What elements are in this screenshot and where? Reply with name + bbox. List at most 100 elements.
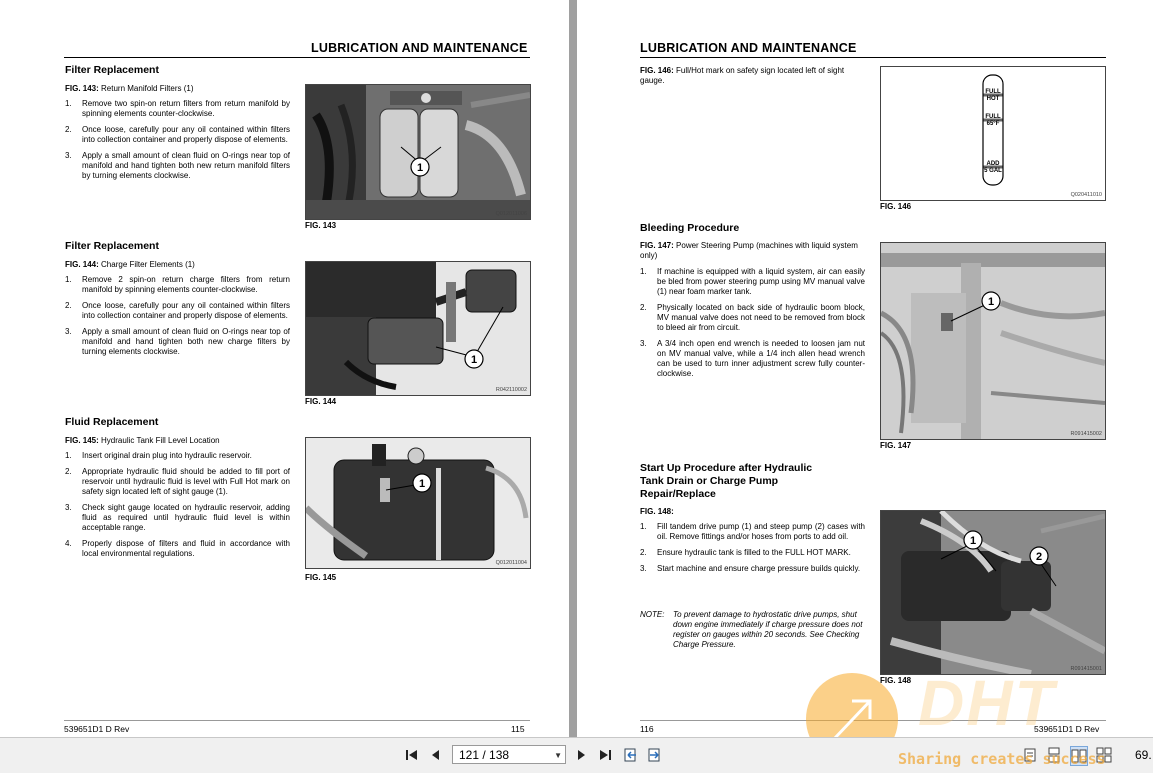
list-item: 2. Ensure hydraulic tank is filled to the…	[640, 548, 851, 557]
watermark-tagline: Sharing creates success	[898, 750, 1106, 768]
section-title-line: Start Up Procedure after Hydraulic	[640, 462, 813, 474]
figure-caption-text: Charge Filter Elements (1)	[101, 260, 195, 269]
list-item: 3. Start machine and ensure charge pressu…	[640, 564, 861, 573]
figure-caption-number: FIG. 146:	[640, 66, 674, 75]
return-filters-illustration: 1	[306, 85, 530, 219]
step-text: Apply a small amount of clean fluid on O…	[82, 151, 290, 180]
list-item: 4. Properly dispose of filters and fluid …	[65, 539, 290, 558]
figure-caption-number: FIG. 144:	[65, 260, 99, 269]
next-page-icon	[578, 750, 585, 760]
list-item: 3. A 3/4 inch open end wrench is needed t…	[640, 339, 865, 378]
footer-rule	[64, 720, 530, 721]
power-steering-pump-illustration: 1	[881, 243, 1105, 439]
step-text: Remove two spin-on return filters from r…	[82, 99, 290, 118]
step-list: 1. Remove 2 spin-on return charge filters…	[65, 275, 290, 363]
step-text: Ensure hydraulic tank is filled to the F…	[657, 548, 851, 557]
figure-caption: FIG. 148:	[640, 507, 865, 517]
list-item: 1. Remove 2 spin-on return charge filters…	[65, 275, 290, 294]
document-page-right: LUBRICATION AND MAINTENANCE FIG. 146: Fu…	[577, 0, 1153, 737]
note: NOTE: To prevent damage to hydrostatic d…	[640, 610, 865, 650]
figure-caption: FIG. 143: Return Manifold Filters (1)	[65, 84, 295, 94]
step-text: Fill tandem drive pump (1) and steep pum…	[657, 522, 865, 541]
step-list: 1. If machine is equipped with a liquid s…	[640, 267, 865, 385]
list-item: 2. Appropriate hydraulic fluid should be …	[65, 467, 290, 496]
figure-label: FIG. 145	[305, 573, 337, 582]
figure-caption: FIG. 144: Charge Filter Elements (1)	[65, 260, 295, 270]
figure-label: FIG. 147	[880, 441, 912, 450]
next-page-button[interactable]	[573, 746, 589, 764]
step-text: Once loose, carefully pour any oil conta…	[82, 125, 290, 144]
step-text: A 3/4 inch open end wrench is needed to …	[657, 339, 865, 378]
forward-view-icon	[648, 748, 660, 762]
step-text: If machine is equipped with a liquid sys…	[657, 267, 865, 296]
list-item: 2. Once loose, carefully pour any oil con…	[65, 125, 290, 144]
go-back-button[interactable]	[622, 746, 638, 764]
callout-2: 2	[1036, 551, 1042, 563]
sign-text-gal: 5 GAL	[984, 168, 1002, 174]
callout-1: 1	[970, 535, 976, 547]
figure-label: FIG. 144	[305, 397, 337, 406]
step-text: Start machine and ensure charge pressure…	[657, 564, 861, 573]
chevron-down-icon[interactable]: ▼	[554, 746, 562, 765]
section-title: Filter Replacement	[65, 240, 159, 252]
page-header: LUBRICATION AND MAINTENANCE	[311, 41, 528, 55]
previous-page-icon	[432, 750, 439, 760]
figure-caption: FIG. 147: Power Steering Pump (machines …	[640, 241, 865, 261]
header-rule	[640, 57, 1106, 58]
figure-code: Q012011004	[495, 560, 527, 566]
list-item: 3. Apply a small amount of clean fluid on…	[65, 327, 290, 356]
list-item: 1. Remove two spin-on return filters from…	[65, 99, 290, 118]
figure-caption: FIG. 146: Full/Hot mark on safety sign l…	[640, 66, 865, 86]
step-text: Apply a small amount of clean fluid on O…	[82, 327, 290, 356]
page-number-value: 121 / 138	[459, 748, 510, 762]
callout-1: 1	[471, 354, 477, 366]
list-item: 3. Apply a small amount of clean fluid on…	[65, 151, 290, 180]
charge-filters-illustration: 1	[306, 262, 530, 395]
first-page-button[interactable]	[404, 746, 420, 764]
step-text: Remove 2 spin-on return charge filters f…	[82, 275, 290, 294]
figure-caption-text: Hydraulic Tank Fill Level Location	[101, 436, 220, 445]
figure-code: Q012011006	[495, 211, 527, 217]
step-text: Check sight gauge located on hydraulic r…	[82, 503, 290, 532]
figure-147-image: 1 R091415002	[880, 242, 1106, 440]
section-title: Fluid Replacement	[65, 416, 159, 428]
figure-148-image: 1 2 R091415001	[880, 510, 1106, 675]
watermark-logo: DHT	[918, 667, 1056, 739]
list-item: 1. Fill tandem drive pump (1) and steep p…	[640, 522, 865, 541]
zoom-level[interactable]: 69.	[1135, 748, 1152, 762]
list-item: 1. If machine is equipped with a liquid s…	[640, 267, 865, 296]
first-page-icon	[406, 750, 417, 760]
footer-page-number: 116	[640, 724, 654, 734]
step-text: Physically located on back side of hydra…	[657, 303, 865, 332]
step-text: Insert original drain plug into hydrauli…	[82, 451, 252, 460]
step-list: 1. Fill tandem drive pump (1) and steep p…	[640, 522, 865, 580]
go-forward-button[interactable]	[646, 746, 662, 764]
callout-1: 1	[419, 478, 425, 490]
section-title-line: Repair/Replace	[640, 488, 716, 500]
figure-code: R091415002	[1070, 431, 1102, 437]
step-list: 1. Remove two spin-on return filters from…	[65, 99, 290, 187]
step-text: Appropriate hydraulic fluid should be ad…	[82, 467, 290, 496]
figure-code: R042110002	[495, 387, 527, 393]
section-title-line: Tank Drain or Charge Pump	[640, 475, 779, 487]
figure-label: FIG. 143	[305, 221, 337, 230]
document-page-left: LUBRICATION AND MAINTENANCE Filter Repla…	[0, 0, 569, 737]
figure-caption-number: FIG. 145:	[65, 436, 99, 445]
page-number-input[interactable]: 121 / 138 ▼	[452, 745, 566, 764]
list-item: 1. Insert original drain plug into hydrau…	[65, 451, 252, 460]
previous-page-button[interactable]	[428, 746, 444, 764]
figure-caption-number: FIG. 148:	[640, 507, 674, 516]
list-item: 2. Once loose, carefully pour any oil con…	[65, 301, 290, 320]
figure-code: Q020411010	[1070, 192, 1102, 198]
list-item: 3. Check sight gauge located on hydraulic…	[65, 503, 290, 532]
section-title: Filter Replacement	[65, 64, 159, 76]
figure-caption-text: Return Manifold Filters (1)	[101, 84, 194, 93]
step-text: Once loose, carefully pour any oil conta…	[82, 301, 290, 320]
safety-sign-illustration: FULL HOT FULL 65°F ADD 5 GAL	[881, 67, 1105, 200]
figure-caption-number: FIG. 147:	[640, 241, 674, 250]
figure-145-image: 1 Q012011004	[305, 437, 531, 569]
figure-144-image: 1 R042110002	[305, 261, 531, 396]
last-page-button[interactable]	[597, 746, 613, 764]
drive-pump-illustration: 1 2	[881, 511, 1105, 674]
callout-1: 1	[417, 162, 423, 174]
